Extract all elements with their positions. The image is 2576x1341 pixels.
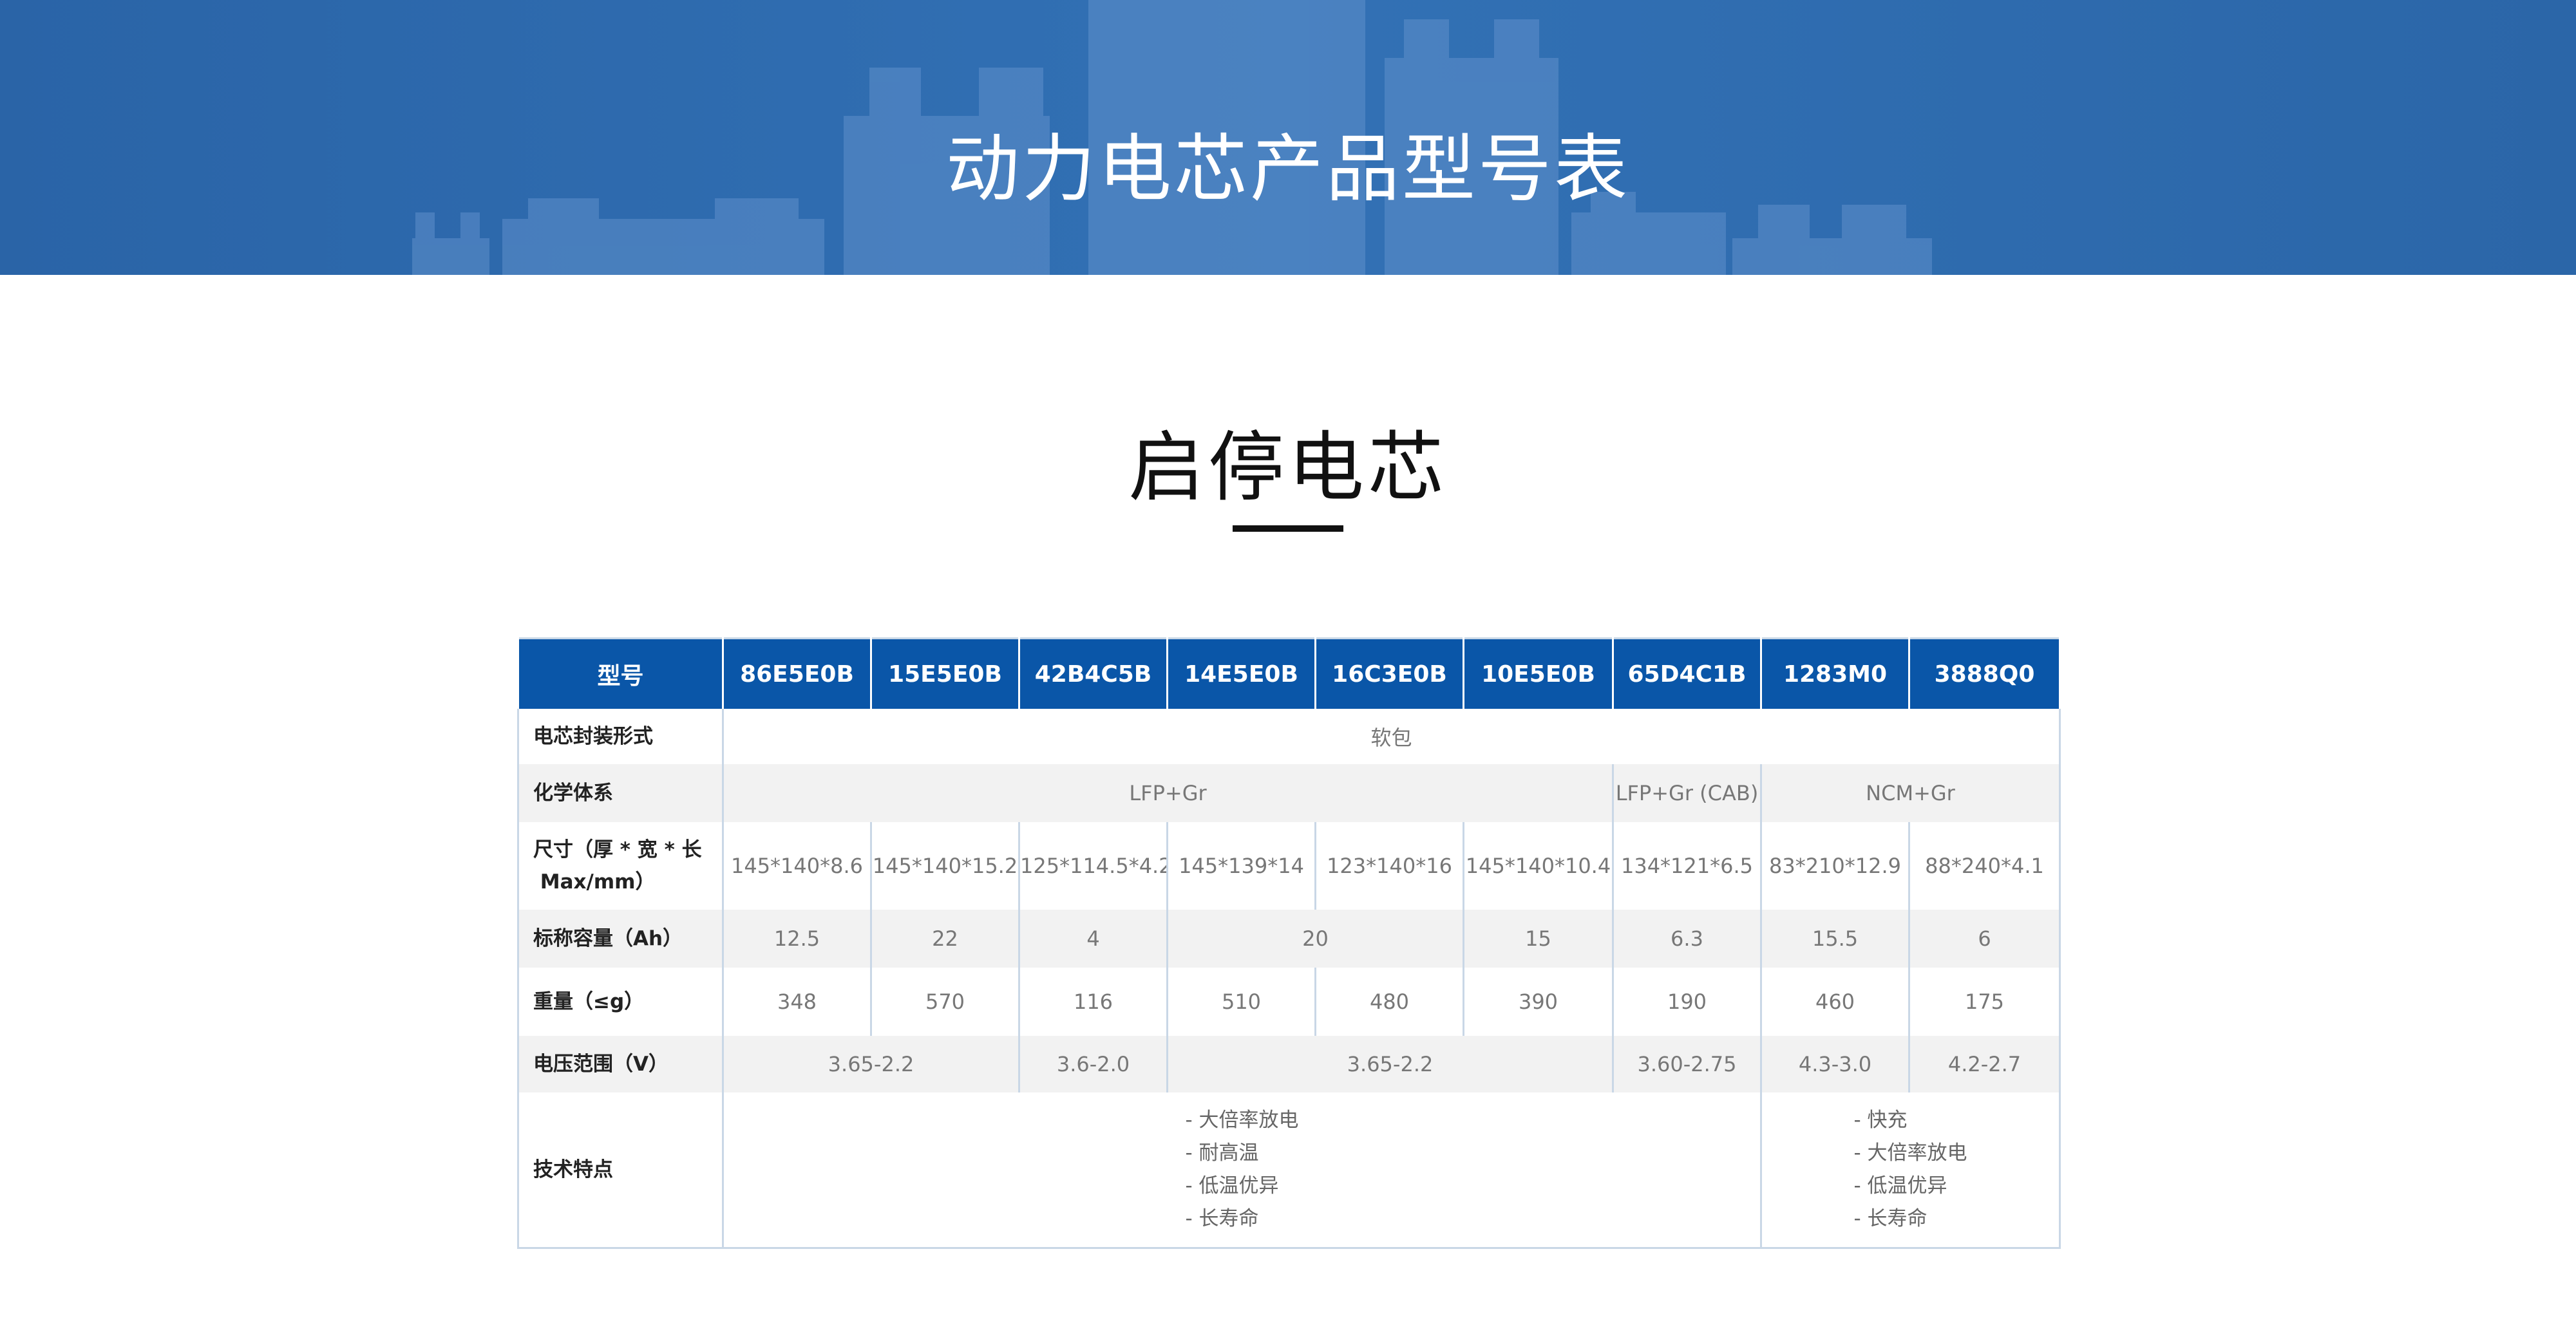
feature-item: - 低温优异 <box>1853 1174 1947 1197</box>
feature-list: - 快充 - 大倍率放电 - 低温优异 - 长寿命 <box>1853 1104 1967 1235</box>
table-cell: 570 <box>870 968 1020 1036</box>
section-title: 启停电芯 <box>1128 423 1448 512</box>
table-cell: NCM+Gr <box>1760 764 2061 822</box>
table-cell: 116 <box>1018 968 1168 1036</box>
table-cell: 510 <box>1166 968 1316 1036</box>
table-cell: 12.5 <box>722 910 872 968</box>
header-model: 3888Q0 <box>1908 638 2061 709</box>
table-cell: LFP+Gr <box>722 764 1614 822</box>
table-cell: 145*140*10.4 <box>1463 822 1614 910</box>
table-cell: 125*114.5*4.2 <box>1018 822 1168 910</box>
table-row-chemistry: 化学体系 LFP+Gr LFP+Gr (CAB) NCM+Gr <box>517 764 2061 822</box>
table-cell: 348 <box>722 968 872 1036</box>
table-cell: 软包 <box>722 709 2061 764</box>
table-row-size: 尺寸（厚 * 宽 * 长 Max/mm） 145*140*8.6 145*140… <box>517 822 2061 910</box>
table-cell: LFP+Gr (CAB) <box>1612 764 1762 822</box>
row-label-line: Max/mm） <box>533 870 656 894</box>
feature-item: - 长寿命 <box>1185 1207 1259 1230</box>
table-cell: 145*139*14 <box>1166 822 1316 910</box>
feature-item: - 大倍率放电 <box>1185 1109 1299 1132</box>
table-cell: 88*240*4.1 <box>1908 822 2061 910</box>
table-cell: 3.65-2.2 <box>722 1036 1020 1092</box>
header-model: 86E5E0B <box>722 638 872 709</box>
table-cell: 4 <box>1018 910 1168 968</box>
row-label: 尺寸（厚 * 宽 * 长 Max/mm） <box>517 822 724 910</box>
table-row-voltage: 电压范围（V） 3.65-2.2 3.6-2.0 3.65-2.2 3.60-2… <box>517 1036 2061 1092</box>
table-cell: 480 <box>1314 968 1464 1036</box>
feature-list: - 大倍率放电 - 耐高温 - 低温优异 - 长寿命 <box>1185 1104 1298 1235</box>
table-cell: 390 <box>1463 968 1614 1036</box>
table-cell: 22 <box>870 910 1020 968</box>
table-cell: 83*210*12.9 <box>1760 822 1910 910</box>
table-cell: 6.3 <box>1612 910 1762 968</box>
table-cell: 134*121*6.5 <box>1612 822 1762 910</box>
row-label: 技术特点 <box>517 1092 724 1248</box>
header-model: 16C3E0B <box>1314 638 1464 709</box>
table-cell: 460 <box>1760 968 1910 1036</box>
table-cell: 145*140*15.2 <box>870 822 1020 910</box>
banner-title: 动力电芯产品型号表 <box>945 126 1630 212</box>
table-row-features: 技术特点 - 大倍率放电 - 耐高温 - 低温优异 - 长寿命 - 快充 - 大… <box>517 1092 2061 1248</box>
feature-item: - 低温优异 <box>1185 1174 1279 1197</box>
feature-item: - 快充 <box>1853 1109 1908 1132</box>
header-model: 65D4C1B <box>1612 638 1762 709</box>
table-cell: 190 <box>1612 968 1762 1036</box>
feature-item: - 大倍率放电 <box>1853 1141 1967 1165</box>
row-label: 电压范围（V） <box>517 1036 724 1092</box>
table-cell: - 大倍率放电 - 耐高温 - 低温优异 - 长寿命 <box>722 1092 1762 1248</box>
header-model: 14E5E0B <box>1166 638 1316 709</box>
table-cell: 15 <box>1463 910 1614 968</box>
banner: 动力电芯产品型号表 <box>0 0 2576 275</box>
table-cell: 4.3-3.0 <box>1760 1036 1910 1092</box>
table-header-row: 型号 86E5E0B 15E5E0B 42B4C5B 14E5E0B 16C3E… <box>517 638 2061 709</box>
table-cell: - 快充 - 大倍率放电 - 低温优异 - 长寿命 <box>1760 1092 2061 1248</box>
table-row-capacity: 标称容量（Ah） 12.5 22 4 20 15 6.3 15.5 6 <box>517 910 2061 968</box>
table-row-package: 电芯封装形式 软包 <box>517 709 2061 764</box>
row-label: 重量（≤g） <box>517 968 724 1036</box>
table-cell: 15.5 <box>1760 910 1910 968</box>
header-model: 1283M0 <box>1760 638 1910 709</box>
table-cell: 4.2-2.7 <box>1908 1036 2061 1092</box>
row-label: 化学体系 <box>517 764 724 822</box>
spec-table: 型号 86E5E0B 15E5E0B 42B4C5B 14E5E0B 16C3E… <box>517 637 2061 1249</box>
table-cell: 175 <box>1908 968 2061 1036</box>
table-cell: 3.60-2.75 <box>1612 1036 1762 1092</box>
row-label: 电芯封装形式 <box>517 709 724 764</box>
header-label: 型号 <box>517 638 724 709</box>
feature-item: - 长寿命 <box>1853 1207 1927 1230</box>
row-label-line: 尺寸（厚 * 宽 * 长 <box>533 838 702 861</box>
feature-item: - 耐高温 <box>1185 1141 1259 1165</box>
header-model: 15E5E0B <box>870 638 1020 709</box>
table-cell: 20 <box>1166 910 1464 968</box>
header-model: 10E5E0B <box>1463 638 1614 709</box>
table-row-weight: 重量（≤g） 348 570 116 510 480 390 190 460 1… <box>517 968 2061 1036</box>
table-cell: 3.6-2.0 <box>1018 1036 1168 1092</box>
table-cell: 6 <box>1908 910 2061 968</box>
table-cell: 123*140*16 <box>1314 822 1464 910</box>
header-model: 42B4C5B <box>1018 638 1168 709</box>
table-cell: 3.65-2.2 <box>1166 1036 1614 1092</box>
table-cell: 145*140*8.6 <box>722 822 872 910</box>
row-label: 标称容量（Ah） <box>517 910 724 968</box>
title-underline <box>1233 525 1343 532</box>
